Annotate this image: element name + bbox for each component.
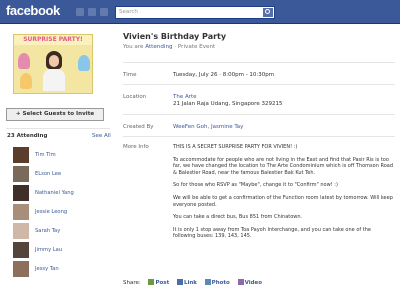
avatar[interactable] — [13, 261, 29, 277]
facebook-logo[interactable]: facebook — [6, 3, 60, 18]
search-icon[interactable] — [263, 8, 273, 17]
avatar[interactable] — [13, 242, 29, 258]
divider — [123, 84, 395, 85]
event-subtitle: You are Attending · Private Event — [123, 44, 215, 50]
notifications-icon[interactable] — [100, 8, 108, 16]
status-prefix: You are — [123, 44, 146, 50]
avatar[interactable] — [13, 166, 29, 182]
search-placeholder: Search — [119, 9, 138, 15]
photo-icon — [204, 279, 211, 285]
time-label: Time — [123, 72, 137, 78]
guest-name[interactable]: ELson Lee — [35, 171, 61, 177]
guest-name[interactable]: Nathaniel Yang — [35, 190, 74, 196]
divider — [123, 62, 395, 63]
status-suffix: · Private Event — [172, 44, 216, 50]
see-all-link[interactable]: See All — [92, 133, 111, 139]
guest-item[interactable]: Jessie Leong — [13, 204, 113, 222]
guest-item[interactable]: Tim Tim — [13, 147, 113, 165]
share-photo-button[interactable]: Photo — [204, 279, 230, 286]
guest-item[interactable]: Jimmy Lau — [13, 242, 113, 260]
search-input[interactable]: Search — [115, 6, 275, 19]
attending-status[interactable]: Attending — [145, 44, 172, 50]
messages-icon[interactable] — [88, 8, 96, 16]
share-post-button[interactable]: Post — [148, 279, 169, 286]
info-paragraph: THIS IS A SECRET SURPRISE PARTY FOR VIVI… — [173, 144, 298, 150]
guest-item[interactable]: Jessy Tan — [13, 261, 113, 279]
divider — [123, 114, 395, 115]
guest-name[interactable]: Sarah Tay — [35, 228, 60, 234]
divider — [6, 128, 110, 129]
video-icon — [237, 279, 244, 285]
guest-name[interactable]: Jimmy Lau — [35, 247, 62, 253]
event-main: Vivien's Birthday Party You are Attendin… — [115, 24, 400, 293]
share-link-button[interactable]: Link — [176, 279, 197, 286]
balloon-icon — [18, 53, 30, 69]
guest-item[interactable]: ELson Lee — [13, 166, 113, 184]
photo-banner-text: SURPRISE PARTY! — [14, 35, 92, 45]
info-paragraph: You can take a direct bus, Bus 851 from … — [173, 214, 303, 221]
created-by-label: Created By — [123, 124, 154, 130]
location-label: Location — [123, 94, 147, 100]
avatar[interactable] — [13, 147, 29, 163]
info-paragraph: So for those who RSVP as "Maybe", change… — [173, 182, 338, 189]
location-name-link[interactable]: The Arte — [173, 94, 197, 100]
guest-item[interactable]: Sarah Tay — [13, 223, 113, 241]
link-icon — [176, 279, 183, 285]
avatar[interactable] — [13, 185, 29, 201]
share-label: Share: — [123, 280, 141, 286]
more-info-text: THIS IS A SECRET SURPRISE PARTY FOR VIVI… — [173, 144, 393, 246]
top-bar: facebook Search — [0, 0, 400, 24]
select-guests-button[interactable]: + Select Guests to Invite — [6, 108, 104, 121]
friend-requests-icon[interactable] — [76, 8, 84, 16]
creators-link[interactable]: WeeFen Goh, Jasmine Tay — [173, 124, 243, 130]
info-paragraph: We will be able to get a confirmation of… — [173, 194, 393, 208]
more-info-label: More Info — [123, 144, 149, 150]
guest-item[interactable]: Nathaniel Yang — [13, 185, 113, 203]
avatar[interactable] — [13, 223, 29, 239]
birthday-person-photo — [42, 49, 66, 91]
balloon-icon — [78, 55, 90, 71]
event-title: Vivien's Birthday Party — [123, 32, 227, 41]
guest-name[interactable]: Jessie Leong — [35, 209, 67, 215]
info-paragraph: To accommodate for people who are not li… — [173, 156, 394, 176]
share-bar: Share: Post Link Photo Video — [123, 279, 395, 286]
info-paragraph: It is only 1 stop away from Toa Payoh In… — [173, 226, 371, 240]
share-video-button[interactable]: Video — [237, 279, 262, 286]
event-time: Tuesday, July 26 · 8:00pm - 10:30pm — [173, 72, 275, 78]
divider — [123, 136, 395, 137]
attending-count: 23 Attending — [7, 133, 48, 139]
location-address: 21 Jalan Raja Udang, Singapore 329215 — [173, 101, 283, 107]
guest-name[interactable]: Tim Tim — [35, 152, 56, 158]
event-photo[interactable]: SURPRISE PARTY! — [13, 34, 93, 94]
left-sidebar: SURPRISE PARTY! + Select Guests to Invit… — [0, 24, 115, 293]
guest-name[interactable]: Jessy Tan — [35, 266, 59, 272]
avatar[interactable] — [13, 204, 29, 220]
balloon-icon — [20, 73, 32, 89]
post-icon — [148, 279, 155, 285]
